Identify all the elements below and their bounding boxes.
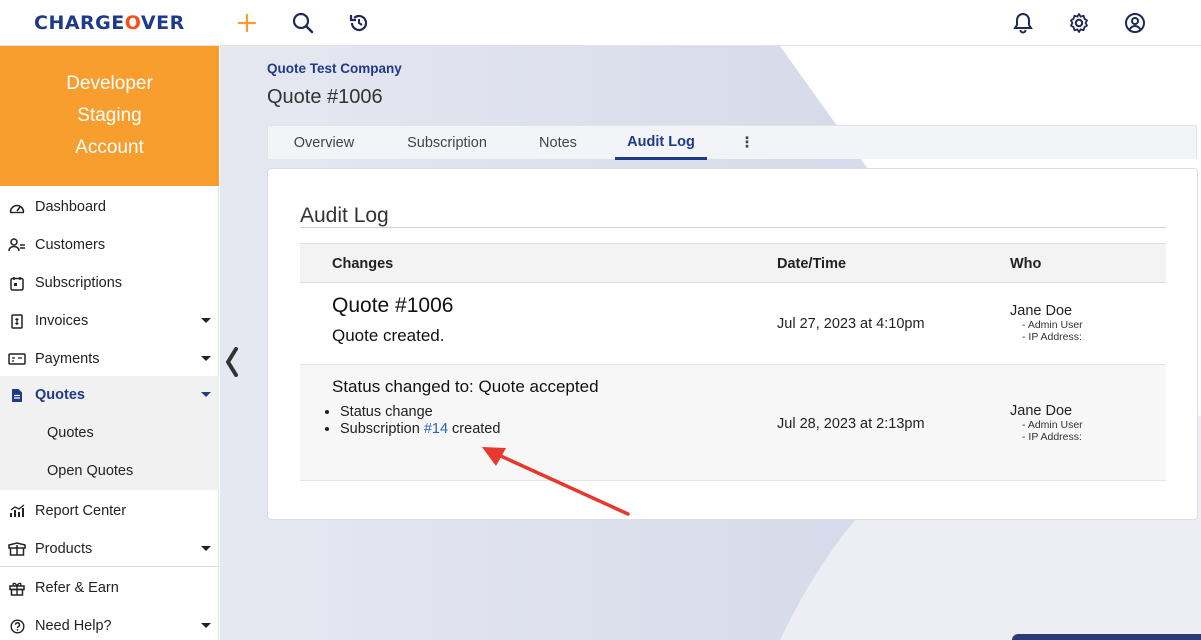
company-link[interactable]: Quote Test Company	[267, 61, 402, 76]
sidebar-item-subscriptions[interactable]: Subscriptions	[0, 264, 219, 302]
chevron-down-icon[interactable]	[201, 318, 211, 323]
sidebar-item-dashboard[interactable]: Dashboard	[0, 188, 219, 226]
row-who: Jane Doe - Admin User - IP Address:	[1010, 303, 1083, 343]
chevron-down-icon[interactable]	[201, 392, 211, 397]
chevron-down-icon[interactable]	[201, 356, 211, 361]
user-name: Jane Doe	[1010, 303, 1073, 319]
list-item: Subscription #14 created	[340, 421, 500, 438]
bell-icon[interactable]	[1008, 8, 1038, 38]
account-name-box[interactable]: Developer Staging Account	[0, 46, 219, 186]
sidebar-item-invoices[interactable]: Invoices	[0, 302, 219, 340]
table-header: Changes Date/Time Who	[300, 243, 1166, 283]
calendar-icon	[8, 274, 26, 292]
sidebar-item-report-center[interactable]: Report Center	[0, 492, 219, 530]
document-icon	[8, 386, 26, 404]
tab-more-menu-icon[interactable]: ⋮	[730, 126, 764, 159]
bottom-edge-element	[1012, 634, 1201, 640]
sidebar: Developer Staging Account Dashboard Cust…	[0, 46, 219, 640]
column-header-changes: Changes	[332, 256, 394, 272]
sidebar-subitem-open-quotes[interactable]: Open Quotes	[0, 452, 219, 490]
invoice-icon	[8, 312, 26, 330]
tab-bar: Overview Subscription Notes Audit Log ⋮	[267, 125, 1197, 160]
table-row: Quote #1006 Quote created. Jul 27, 2023 …	[300, 283, 1166, 365]
chevron-down-icon[interactable]	[201, 546, 211, 551]
user-role: - Admin User	[1022, 319, 1083, 331]
column-header-date-time: Date/Time	[777, 256, 847, 272]
sidebar-item-payments[interactable]: Payments	[0, 340, 219, 378]
sidebar-item-quotes[interactable]: Quotes	[0, 376, 219, 414]
tab-audit-log[interactable]: Audit Log	[615, 126, 707, 160]
row-title: Quote #1006	[332, 294, 454, 317]
chevron-down-icon[interactable]	[201, 623, 211, 628]
help-icon	[8, 617, 26, 635]
sidebar-subitem-quotes[interactable]: Quotes	[0, 414, 219, 452]
page-title: Quote #1006	[267, 86, 383, 108]
plus-icon[interactable]	[232, 8, 262, 38]
audit-log-card: Audit Log Changes Date/Time Who Quote #1…	[267, 168, 1198, 520]
list-item: Status change	[340, 404, 500, 421]
chargeover-logo[interactable]: CHARGEOVER	[34, 12, 185, 34]
chart-icon	[8, 502, 26, 520]
column-header-who: Who	[1010, 256, 1042, 272]
table-row: Status changed to: Quote accepted Status…	[300, 365, 1166, 481]
users-icon	[8, 236, 26, 254]
history-icon[interactable]	[344, 8, 374, 38]
subscription-link[interactable]: #14	[424, 421, 448, 437]
sidebar-divider	[0, 566, 219, 567]
row-date: Jul 28, 2023 at 2:13pm	[777, 416, 925, 432]
row-who: Jane Doe - Admin User - IP Address:	[1010, 403, 1083, 443]
user-role: - Admin User	[1022, 419, 1083, 431]
row-date: Jul 27, 2023 at 4:10pm	[777, 316, 925, 332]
box-icon	[8, 540, 26, 558]
card-divider	[300, 227, 1166, 228]
user-ip: - IP Address:	[1022, 431, 1082, 443]
gear-icon[interactable]	[1064, 8, 1094, 38]
user-name: Jane Doe	[1010, 403, 1073, 419]
user-ip: - IP Address:	[1022, 331, 1082, 343]
tab-overview[interactable]: Overview	[268, 126, 380, 159]
annotation-arrow-icon	[482, 447, 630, 516]
tab-subscription[interactable]: Subscription	[388, 126, 506, 159]
collapse-sidebar-chevron-left-icon[interactable]	[222, 344, 242, 380]
dashboard-icon	[8, 198, 26, 216]
card-title: Audit Log	[300, 204, 389, 227]
row-subtitle: Quote created.	[332, 326, 445, 345]
sidebar-item-refer-earn[interactable]: Refer & Earn	[0, 569, 219, 607]
user-icon[interactable]	[1120, 8, 1150, 38]
account-name: Developer Staging Account	[66, 73, 153, 158]
gift-icon	[8, 579, 26, 597]
change-list: Status change Subscription #14 created	[300, 404, 500, 438]
top-bar: CHARGEOVER	[0, 0, 1201, 46]
sidebar-item-customers[interactable]: Customers	[0, 226, 219, 264]
payment-icon	[8, 350, 26, 368]
tab-notes[interactable]: Notes	[520, 126, 596, 159]
search-icon[interactable]	[288, 8, 318, 38]
sidebar-item-need-help[interactable]: Need Help?	[0, 607, 219, 640]
sidebar-item-products[interactable]: Products	[0, 530, 219, 568]
row-heading: Status changed to: Quote accepted	[332, 377, 599, 396]
